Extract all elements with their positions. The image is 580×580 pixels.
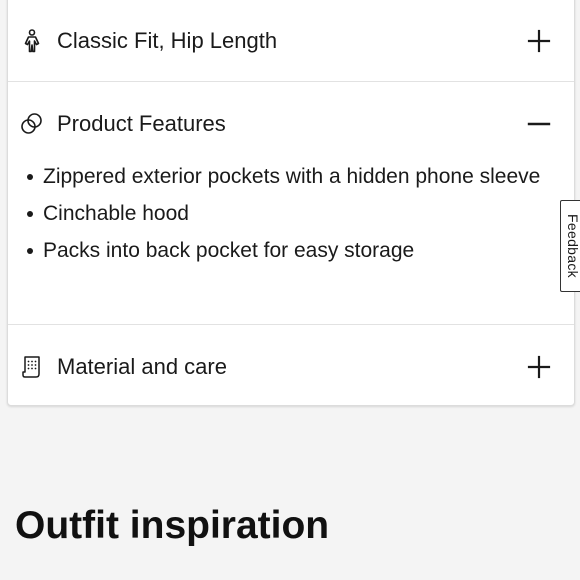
product-details-accordion: Classic Fit, Hip Length Product Features… bbox=[7, 0, 575, 406]
features-icon bbox=[20, 112, 44, 136]
section-heading-outfit-inspiration: Outfit inspiration bbox=[15, 504, 330, 547]
accordion-header-material[interactable]: Material and care bbox=[8, 347, 574, 387]
minus-icon[interactable] bbox=[526, 111, 552, 137]
feedback-tab-label: Feedback bbox=[564, 214, 580, 278]
care-label-icon bbox=[20, 355, 44, 379]
accordion-title-material: Material and care bbox=[57, 354, 227, 379]
list-item: Packs into back pocket for easy storage bbox=[22, 235, 542, 266]
accordion-header-fit[interactable]: Classic Fit, Hip Length bbox=[8, 21, 574, 61]
divider bbox=[8, 324, 574, 325]
accordion-header-features[interactable]: Product Features bbox=[8, 104, 574, 144]
feedback-tab[interactable]: Feedback bbox=[560, 200, 580, 292]
plus-icon[interactable] bbox=[526, 354, 552, 380]
divider bbox=[8, 81, 574, 82]
list-item: Cinchable hood bbox=[22, 198, 542, 229]
accordion-title-features: Product Features bbox=[57, 111, 226, 136]
plus-icon[interactable] bbox=[526, 28, 552, 54]
feature-list: Zippered exterior pockets with a hidden … bbox=[22, 161, 542, 272]
list-item: Zippered exterior pockets with a hidden … bbox=[22, 161, 542, 192]
person-fit-icon bbox=[20, 29, 44, 53]
accordion-title-fit: Classic Fit, Hip Length bbox=[57, 28, 278, 53]
